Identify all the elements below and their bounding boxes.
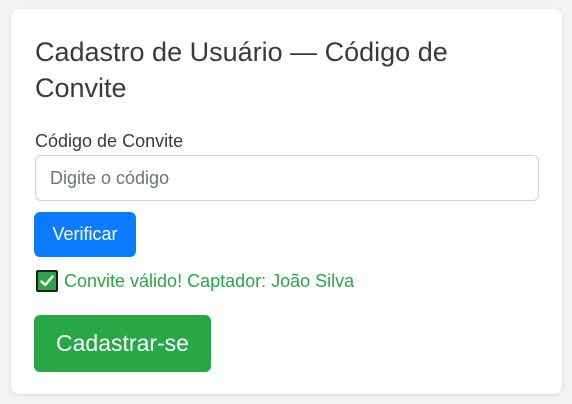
signup-card: Cadastro de Usuário — Código de Convite … [11,9,562,394]
invite-status-message: Convite válido! Captador: João Silva [36,268,354,294]
invite-status-text: Convite válido! Captador: João Silva [64,270,355,291]
verify-button[interactable]: Verificar [34,212,136,257]
page-title: Cadastro de Usuário — Código de Convite [35,37,448,103]
check-icon [36,270,58,292]
invite-code-input[interactable] [35,155,539,201]
invite-code-label: Código de Convite [35,131,184,151]
signup-button[interactable]: Cadastrar-se [34,315,211,372]
